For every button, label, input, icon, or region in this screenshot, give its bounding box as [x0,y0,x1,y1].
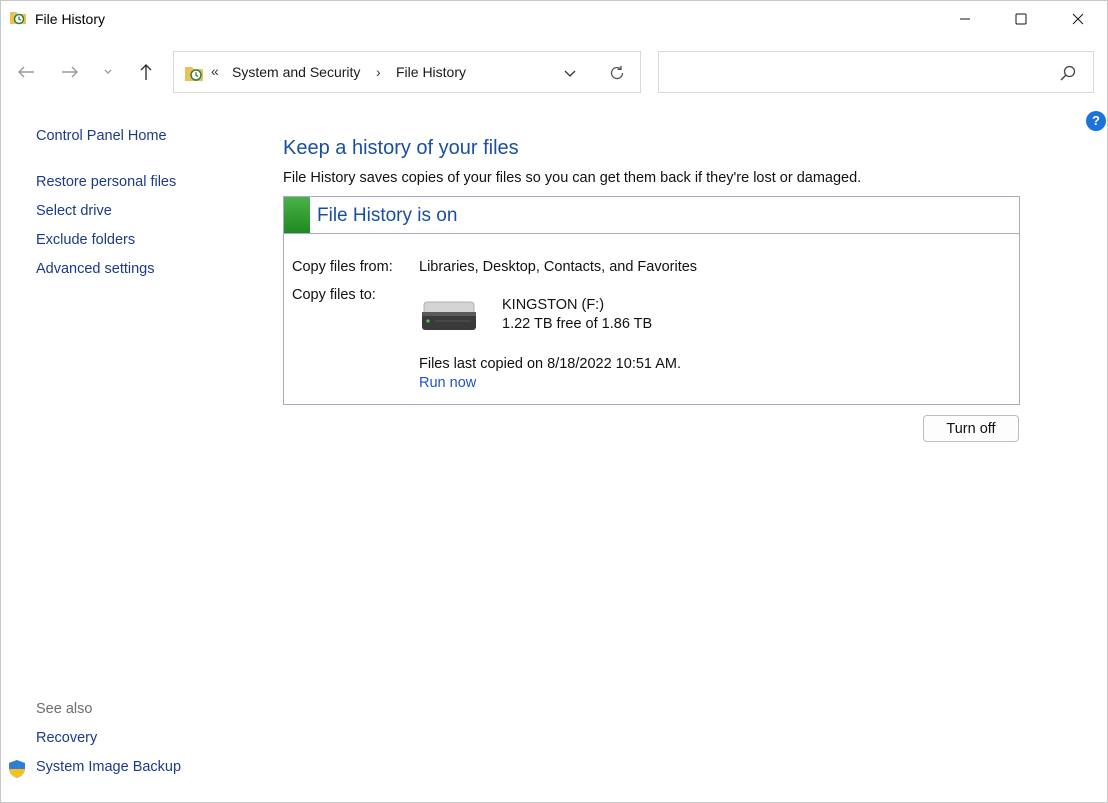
status-indicator [284,197,310,233]
forward-arrow-icon [62,66,78,78]
last-copied-text: Files last copied on 8/18/2022 10:51 AM. [419,356,681,372]
minimize-icon [960,18,970,20]
copy-from-label: Copy files from: [292,259,393,275]
file-history-icon [185,67,203,81]
search-icon [1060,65,1076,81]
close-icon [1072,13,1084,25]
status-panel: File History is on Copy files from: Libr… [283,196,1020,405]
see-also-recovery[interactable]: Recovery [36,730,97,746]
back-button[interactable] [14,61,38,83]
search-input[interactable] [667,60,1051,86]
page-description: File History saves copies of your files … [283,170,862,186]
drive-free-space: 1.22 TB free of 1.86 TB [502,316,653,332]
window-title: File History [35,11,106,27]
help-icon[interactable]: ? [1086,111,1106,131]
run-now-link[interactable]: Run now [419,375,476,391]
address-overflow-chevron[interactable]: « [211,63,219,79]
address-bar[interactable]: « System and Security › File History [173,51,641,93]
copy-to-label: Copy files to: [292,287,376,303]
sidebar-advanced-settings[interactable]: Advanced settings [36,261,155,277]
maximize-button[interactable] [998,1,1044,37]
navigation-bar: « System and Security › File History [1,49,1107,95]
sidebar-exclude-folders[interactable]: Exclude folders [36,232,135,248]
address-dropdown-icon[interactable] [562,65,578,81]
back-arrow-icon [18,66,34,78]
close-button[interactable] [1055,1,1101,37]
copy-from-value: Libraries, Desktop, Contacts, and Favori… [419,259,698,275]
refresh-icon[interactable] [608,64,626,82]
drive-icon [422,301,476,330]
breadcrumb-file-history[interactable]: File History [396,64,466,80]
sidebar-restore-personal-files[interactable]: Restore personal files [36,174,176,190]
sidebar-select-drive[interactable]: Select drive [36,203,112,219]
see-also-system-image-backup[interactable]: System Image Backup [36,759,181,775]
drive-name: KINGSTON (F:) [502,297,605,313]
status-title: File History is on [317,205,458,226]
up-arrow-icon [140,64,152,80]
breadcrumb-system-and-security[interactable]: System and Security [232,64,360,80]
chevron-down-icon [104,69,112,74]
shield-icon [9,760,25,778]
status-header: File History is on [284,197,1019,234]
title-bar: File History [1,1,1107,37]
turn-off-button[interactable]: Turn off [923,415,1019,442]
recent-locations-button[interactable] [98,61,118,83]
see-also-label: See also [36,701,93,717]
file-history-window: File History « System and Security › Fil… [0,0,1108,803]
minimize-button[interactable] [942,1,988,37]
breadcrumb-separator[interactable]: › [376,64,381,80]
search-box[interactable] [658,51,1094,93]
up-button[interactable] [134,61,158,83]
sidebar-control-panel-home[interactable]: Control Panel Home [36,128,167,144]
maximize-icon [1015,13,1027,25]
forward-button[interactable] [58,61,82,83]
page-title: Keep a history of your files [283,137,519,159]
file-history-icon [10,12,26,25]
